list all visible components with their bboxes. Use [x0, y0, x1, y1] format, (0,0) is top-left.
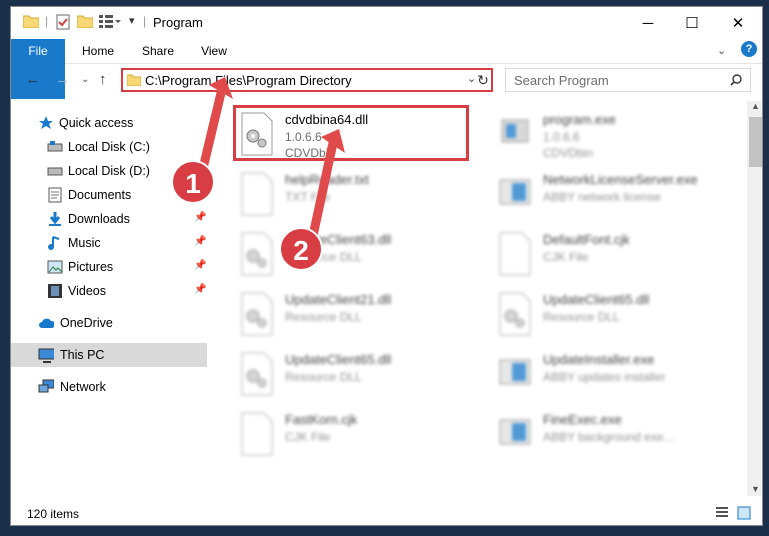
step-badge-2: 2: [279, 227, 323, 271]
annotation-arrows: [194, 77, 345, 250]
explorer-window: | ▾ | Program ─ ☐ ✕ File Home Share View…: [10, 6, 763, 526]
step-badge-1: 1: [171, 160, 215, 204]
